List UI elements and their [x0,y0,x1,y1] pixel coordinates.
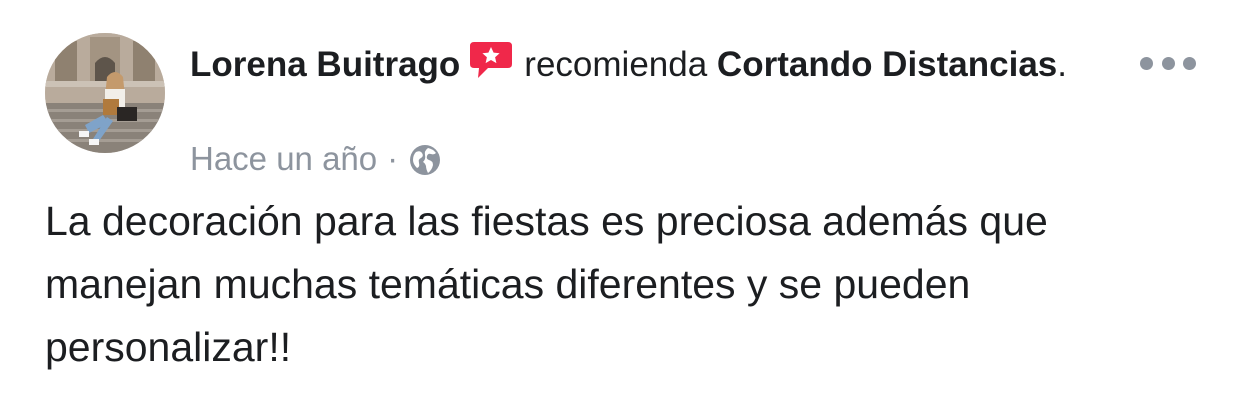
more-options-icon[interactable] [1140,48,1196,78]
post-meta: Hace un año · [190,138,442,180]
post-header: Lorena Buitrago recomienda Cortando Dist… [190,40,1090,86]
meta-separator: · [387,140,399,177]
more-dot [1140,56,1153,70]
avatar-photo [45,33,165,153]
page-name[interactable]: Cortando Distancias [717,45,1057,84]
header-period: . [1057,45,1068,84]
recommend-star-icon [468,40,514,82]
post-text: La decoración para las fiestas es precio… [45,198,1048,370]
avatar[interactable] [45,33,165,153]
more-dot [1161,56,1175,70]
globe-icon[interactable] [408,143,442,177]
more-dot [1183,56,1196,70]
author-name[interactable]: Lorena Buitrago [190,45,460,84]
recommendation-post: Lorena Buitrago recomienda Cortando Dist… [0,0,1242,417]
post-timestamp[interactable]: Hace un año [190,140,377,177]
recommend-verb: recomienda [524,45,708,84]
